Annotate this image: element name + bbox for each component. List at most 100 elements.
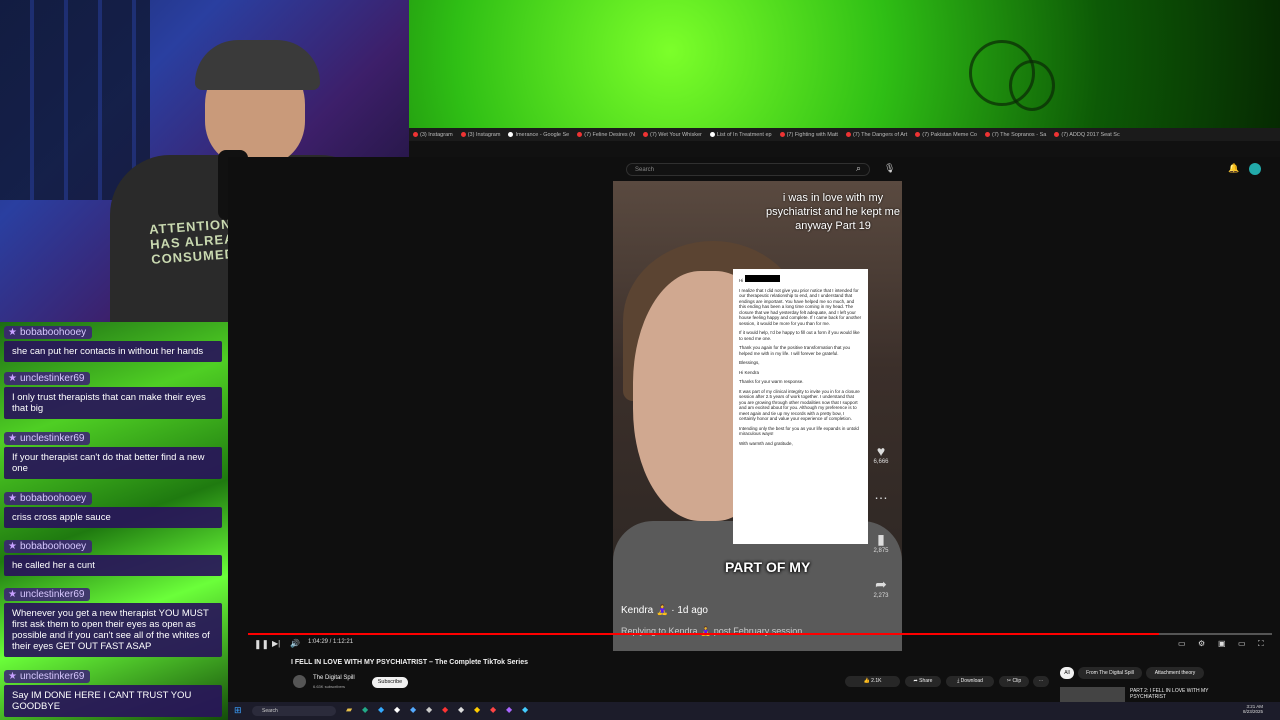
badge-icon: ★ [8, 327, 17, 338]
chat-text: Whenever you get a new therapist YOU MUS… [4, 603, 222, 657]
heart-icon: ♥ [876, 443, 886, 459]
subscribe-button[interactable]: Subscribe [372, 677, 408, 688]
youtube-icon [1054, 132, 1060, 137]
app-icon[interactable]: ◆ [490, 705, 496, 714]
chat-message: ★ bobaboohooey criss cross apple sauce [4, 488, 222, 528]
bookmark-icon: ▮ [877, 531, 885, 547]
video-caption: PART OF MY [725, 559, 811, 575]
wikipedia-icon [709, 132, 715, 137]
app-icon[interactable]: ◆ [442, 705, 448, 714]
save-button[interactable]: ▮ 2,875 [871, 531, 891, 554]
chat-message: ★ bobaboohooey he called her a cunt [4, 536, 222, 576]
stream-chat: ★ bobaboohooey she can put her contacts i… [0, 322, 228, 720]
chat-username: unclestinker69 [19, 671, 85, 682]
windows-start-icon[interactable]: ⊞ [234, 705, 242, 716]
youtube-icon [984, 132, 990, 137]
more-icon: ⋯ [1038, 678, 1044, 684]
channel-avatar[interactable] [293, 675, 306, 688]
theater-icon[interactable]: ▭ [1238, 639, 1246, 648]
mic-icon[interactable]: 🎙 [884, 163, 895, 174]
app-icon[interactable]: ◆ [522, 705, 528, 714]
video-creator: Kendra 🧘‍♀️ · 1d ago [621, 605, 708, 616]
taskbar-search[interactable]: Search [252, 706, 336, 716]
like-dislike-button[interactable]: 👍 2.1K [845, 676, 900, 687]
recommended-thumbnail[interactable] [1060, 687, 1125, 702]
chat-message: ★ unclestinker69 I only trust therapists … [4, 368, 222, 419]
app-icon[interactable]: ◆ [458, 705, 464, 714]
badge-icon: ★ [8, 589, 17, 600]
share-icon: ➦ [875, 576, 887, 592]
browser-tab[interactable]: (3) Instagram [409, 132, 457, 138]
clip-button[interactable]: ✂ Clip [999, 676, 1029, 687]
app-icon[interactable]: ◆ [378, 705, 384, 714]
app-icon[interactable]: ◆ [410, 705, 416, 714]
chat-message: ★ unclestinker69 Whenever you get a new t… [4, 584, 222, 657]
app-icon[interactable]: ◆ [394, 705, 400, 714]
glasses-decoration [1009, 60, 1055, 111]
chat-text: he called her a cunt [4, 555, 222, 576]
browser-tab[interactable]: (7) Pakistan Meme Co [911, 132, 981, 138]
recommended-title[interactable]: PART 2: I FELL IN LOVE WITH MY PSYCHIATR… [1130, 688, 1215, 700]
chat-message: ★ unclestinker69 If your therapist can't … [4, 428, 222, 479]
chat-username: unclestinker69 [19, 589, 85, 600]
chip-channel[interactable]: From The Digital Spill [1078, 667, 1142, 679]
share-button[interactable]: ➦ 2,273 [871, 576, 891, 599]
channel-name[interactable]: The Digital Spill [313, 675, 355, 681]
google-icon [508, 132, 514, 137]
chat-username: unclestinker69 [19, 373, 85, 384]
like-button[interactable]: ♥ 6,666 [871, 443, 891, 465]
app-icon[interactable]: ◆ [362, 705, 368, 714]
search-icon[interactable]: ⌕ [856, 163, 861, 174]
browser-tab[interactable]: (7) Wet Your Whisker [639, 132, 706, 138]
volume-icon[interactable]: 🔊 [290, 639, 300, 648]
fullscreen-icon[interactable]: ⛶ [1258, 639, 1264, 649]
more-button[interactable]: ⋯ [1033, 676, 1049, 687]
youtube-icon [642, 132, 648, 137]
progress-fill [248, 633, 1160, 635]
video-title: I FELL IN LOVE WITH MY PSYCHIATRIST – Th… [291, 659, 529, 666]
file-explorer-icon[interactable]: ▰ [346, 705, 352, 714]
address-bar[interactable] [409, 141, 1280, 157]
app-icon[interactable]: ◆ [426, 705, 432, 714]
video-player[interactable]: i was in love with my psychiatrist and h… [613, 181, 902, 651]
comment-button[interactable]: … [871, 486, 891, 502]
comment-icon: … [874, 486, 888, 502]
browser-tab[interactable]: (7) ADDQ 2017 Seat Sc [1050, 132, 1123, 138]
settings-icon[interactable]: ⚙ [1198, 639, 1205, 648]
youtube-icon [779, 132, 785, 137]
chat-message: ★ unclestinker69 Say IM DONE HERE I CANT … [4, 666, 222, 717]
miniplayer-icon[interactable]: ▣ [1218, 639, 1226, 648]
chat-text: I only trust therapists that can make th… [4, 387, 222, 419]
share-button[interactable]: ➦ Share [905, 676, 941, 687]
browser-tab[interactable]: (7) The Dangers of Art [842, 132, 911, 138]
next-icon[interactable]: ▶| [272, 639, 280, 648]
badge-icon: ★ [8, 541, 17, 552]
avatar[interactable] [1249, 163, 1261, 175]
browser-tab[interactable]: (3) Instagram [457, 132, 505, 138]
notifications-icon[interactable]: 🔔 [1228, 163, 1239, 174]
browser-tab[interactable]: (7) The Sopranos - Sa [981, 132, 1050, 138]
download-button[interactable]: ⤓ Download [946, 676, 994, 687]
time-display: 1:04:29 / 1:12:21 [308, 639, 354, 645]
badge-icon: ★ [8, 373, 17, 384]
browser-tab[interactable]: Imerance - Google Se [504, 132, 573, 138]
app-icon[interactable]: ◆ [506, 705, 512, 714]
taskbar: ⊞ Search ▰ ◆ ◆ ◆ ◆ ◆ ◆ ◆ ◆ ◆ ◆ ◆ 3:21 AM… [228, 702, 1280, 720]
chat-username: unclestinker69 [19, 433, 85, 444]
browser-tab[interactable]: (7) Fighting with Matt [776, 132, 842, 138]
progress-bar[interactable] [248, 633, 1272, 635]
badge-icon: ★ [8, 671, 17, 682]
pause-icon[interactable]: ❚❚ [254, 639, 269, 650]
thumbs-up-icon: 👍 [863, 678, 872, 684]
search-input[interactable]: Search [626, 163, 870, 176]
app-icon[interactable]: ◆ [474, 705, 480, 714]
subscriber-count: 6.63K subscribers [313, 684, 346, 689]
chip-topic[interactable]: Attachment theory [1146, 667, 1204, 679]
chip-all[interactable]: All [1060, 667, 1074, 679]
browser-tab[interactable]: (7) Feline Desires (N [573, 132, 639, 138]
stream-banner [409, 0, 1280, 128]
browser-tab[interactable]: List of In Treatment ep [706, 132, 776, 138]
chat-username: bobaboohooey [19, 541, 87, 552]
clock[interactable]: 3:21 AM 8/23/2025 [1243, 704, 1263, 714]
captions-icon[interactable]: ▭ [1178, 639, 1186, 648]
